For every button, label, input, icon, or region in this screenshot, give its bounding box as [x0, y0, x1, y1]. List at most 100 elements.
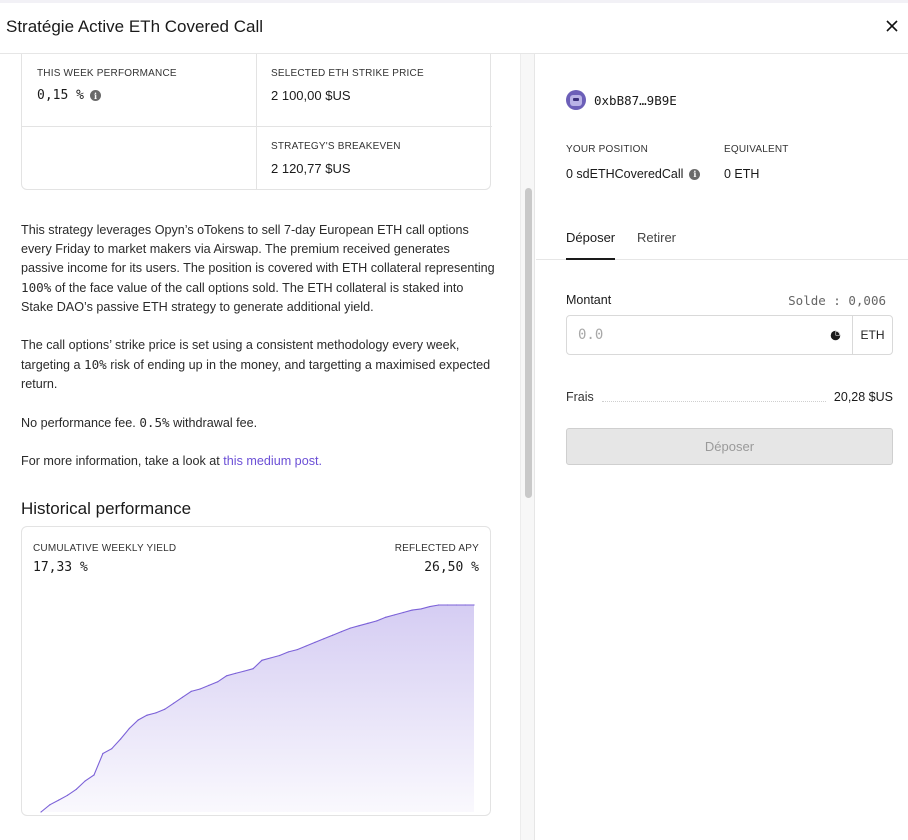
performance-chart-card: CUMULATIVE WEEKLY YIELD 17,33 % REFLECTE… [21, 526, 491, 816]
week-performance-value: 0,15 % i [37, 88, 177, 103]
close-button[interactable] [882, 14, 902, 38]
chart-point [473, 604, 475, 606]
description-paragraph: This strategy leverages Opyn’s oTokens t… [21, 223, 495, 314]
breakeven-value: 2 120,77 $US [271, 161, 351, 176]
chart-point [278, 654, 281, 657]
breakeven-label: STRATEGY'S BREAKEVEN [271, 141, 401, 152]
chart-area-fill [41, 605, 474, 812]
breakeven: STRATEGY'S BREAKEVEN 2 120,77 $US [271, 141, 401, 176]
strategy-details-panel: THIS WEEK PERFORMANCE 0,15 % i SELECTED … [0, 54, 520, 840]
chart-point [367, 622, 369, 624]
chart-point [172, 702, 175, 704]
description-paragraph: No performance fee. 0.5% withdrawal fee. [21, 415, 258, 430]
close-icon [886, 20, 898, 32]
chart-point [340, 631, 343, 633]
amount-input-group: ETH [566, 315, 893, 355]
amount-label: Montant [566, 293, 612, 307]
chart-point [323, 638, 325, 640]
deposit-panel: 0xbB87…9B9E YOUR POSITION 0 sdETHCovered… [536, 54, 908, 840]
chart-point [146, 714, 148, 716]
chart-point [287, 651, 290, 653]
chart-point [261, 659, 263, 661]
chart-point [128, 727, 130, 729]
equivalent-value: 0 ETH [724, 167, 760, 181]
chart-point [137, 719, 139, 721]
chart-point [102, 752, 104, 755]
chart-point [181, 696, 183, 698]
chart-point [349, 627, 351, 629]
pie-chart-icon [830, 330, 840, 340]
scrollbar-thumb[interactable] [525, 188, 532, 498]
info-icon[interactable]: i [89, 90, 101, 101]
divider [256, 54, 257, 190]
chart-point [217, 681, 219, 683]
chart-point [296, 648, 298, 651]
strike-price-label: SELECTED ETH STRIKE PRICE [271, 68, 424, 79]
fee-label: Frais [566, 390, 594, 404]
strategy-description: This strategy leverages Opyn’s oTokens t… [21, 221, 496, 490]
chart-point [455, 604, 457, 606]
stats-card: THIS WEEK PERFORMANCE 0,15 % i SELECTED … [21, 54, 492, 190]
amount-input[interactable] [567, 316, 818, 354]
historical-performance-title: Historical performance [21, 499, 192, 518]
chart-point [464, 604, 466, 606]
chart-point [358, 625, 360, 627]
scrollbar[interactable] [520, 54, 535, 840]
chart-point [119, 738, 122, 740]
max-button[interactable] [818, 316, 852, 354]
info-icon[interactable]: i [689, 168, 701, 180]
wallet-row: 0xbB87…9B9E [566, 90, 677, 110]
modal-title: Stratégie Active ETh Covered Call [6, 16, 264, 36]
modal-header: Stratégie Active ETh Covered Call [0, 0, 908, 54]
chart-point [66, 794, 69, 796]
tab-withdraw[interactable]: Retirer [637, 230, 676, 260]
divider [22, 126, 492, 127]
chart-point [393, 614, 396, 616]
chart-point [305, 645, 307, 647]
wallet-address: 0xbB87…9B9E [594, 92, 677, 108]
deposit-button[interactable]: Déposer [566, 428, 893, 465]
chart-point [314, 641, 316, 643]
chart-point [40, 811, 42, 813]
chart-point [420, 608, 422, 610]
chart-point [190, 690, 192, 692]
chart-point [155, 712, 157, 714]
performance-area-chart [40, 604, 475, 813]
chart-point [429, 605, 431, 608]
chart-point [332, 634, 334, 636]
chart-point [49, 804, 51, 806]
medium-post-link[interactable]: this medium post. [223, 454, 322, 468]
chart-point [234, 672, 237, 675]
week-performance-label: THIS WEEK PERFORMANCE [37, 68, 177, 79]
description-paragraph: For more information, take a look at thi… [21, 454, 322, 468]
chart-point [252, 668, 254, 670]
balance-text: Solde : 0,006 [788, 293, 886, 308]
chart-point [225, 675, 228, 677]
fee-value: 20,28 $US [833, 390, 893, 404]
chart-point [411, 609, 413, 611]
chart-point [93, 774, 95, 776]
chart-point [111, 748, 113, 750]
chart-point [385, 616, 387, 618]
chart-point [376, 620, 378, 622]
strike-price: SELECTED ETH STRIKE PRICE 2 100,00 $US [271, 68, 424, 103]
chart-point [438, 604, 440, 606]
chart-point [208, 684, 210, 686]
unit-label: ETH [852, 316, 892, 354]
chart-point [270, 657, 272, 659]
fee-row: Frais 20,28 $US [566, 388, 893, 406]
position-label: YOUR POSITION [566, 144, 649, 155]
description-paragraph: The call options’ strike price is set us… [21, 338, 491, 391]
chart-point [446, 604, 449, 606]
week-performance: THIS WEEK PERFORMANCE 0,15 % i [37, 68, 177, 103]
chart-point [199, 688, 201, 690]
fee-leader [601, 392, 826, 402]
chart-point [58, 799, 60, 801]
strike-price-value: 2 100,00 $US [271, 88, 351, 103]
equivalent-label: EQUIVALENT [724, 144, 789, 155]
chart-point [84, 780, 86, 782]
chart-point [164, 708, 166, 710]
chart-point [402, 611, 404, 614]
wallet-avatar [566, 90, 586, 110]
tab-deposit[interactable]: Déposer [566, 230, 615, 260]
